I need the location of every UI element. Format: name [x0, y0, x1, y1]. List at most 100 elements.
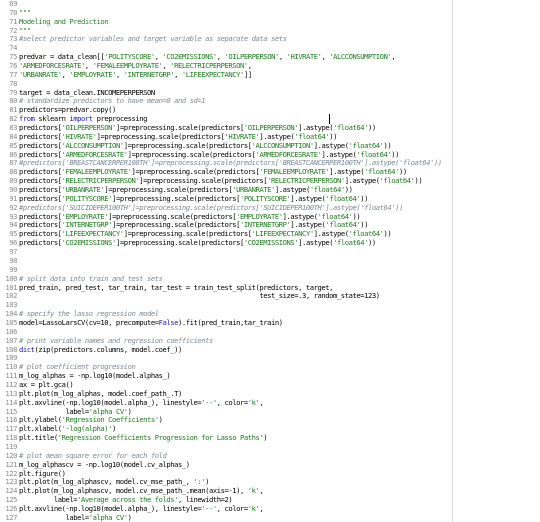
code-line[interactable]: 109 [0, 354, 540, 363]
code-line[interactable]: 80 # standardize predictors to have mean=… [0, 97, 540, 106]
code-line[interactable]: 92 #predictors['SUICIDEPER100TH']=preproc… [0, 203, 540, 213]
code-line[interactable]: 126 plt.axvline(-np.log10(model.alpha_), … [0, 504, 540, 514]
code-token: ':' [193, 478, 206, 487]
code-line[interactable]: 76 'ARMEDFORCESRATE', 'FEMALEEMPLOYRATE',… [0, 61, 540, 71]
code-line[interactable]: 118 plt.title('Regression Coefficients Pr… [0, 433, 540, 443]
code-line[interactable]: 90 predictors['URBANRATE']=preprocessing.… [0, 185, 540, 195]
code-line[interactable]: 122 plt.figure() [0, 469, 540, 479]
code-text: Modeling and Prediction [19, 18, 540, 27]
code-token: preprocessing [92, 115, 148, 124]
code-line[interactable]: 87 #predictors['BREASTCANCERPER100TH']=pr… [0, 159, 540, 168]
code-line[interactable]: 93 predictors['EMPLOYRATE']=preprocessing… [0, 212, 540, 222]
code-line[interactable]: 79 target = data_clean.INCOMEPERPERSON [0, 88, 540, 98]
code-token: # plot coefficient progression [19, 363, 136, 372]
code-line[interactable]: 104 # specify the lasso regression model [0, 309, 540, 319]
code-line[interactable]: 106 [0, 327, 540, 337]
code-line[interactable]: 69 [0, 0, 540, 9]
code-line[interactable]: 81 predictors=predvar.copy() [0, 105, 540, 115]
code-token: 'OILPERPERSON' [61, 124, 117, 133]
code-token: )) [414, 177, 423, 186]
code-text: ax = plt.gca() [19, 381, 540, 390]
code-line[interactable]: 96 predictors['CO2EMISSIONS']=preprocessi… [0, 238, 540, 248]
code-token: plt.axvline(-np.log10(model.alpha_), lin… [19, 504, 202, 513]
code-line[interactable]: 119 [0, 442, 540, 452]
code-token: 'CO2EMISSIONS' [61, 239, 117, 248]
code-text: predictors=predvar.copy() [19, 106, 540, 115]
code-line[interactable]: 108 dict(zip(predictors.columns, model.co… [0, 345, 540, 355]
code-token: 'LIFEEXPECTANCY' [251, 230, 314, 239]
code-token: ]=preprocessing.scale(predictors[ [127, 150, 256, 159]
code-line[interactable]: 117 plt.xlabel('-log(alpha)') [0, 424, 540, 434]
code-line[interactable]: 73 #select predictor variables and target… [0, 35, 540, 44]
code-token: 'RELECTRICPERPERSON' [61, 177, 140, 186]
code-token: plt.axvline(-np.log10(model.alpha_), lin… [19, 398, 202, 407]
code-line[interactable]: 85 predictors['ALCCONSUMPTION']=preproces… [0, 141, 540, 151]
code-line[interactable]: 78 [0, 79, 540, 89]
code-token: import [69, 115, 93, 124]
code-line[interactable]: 120 # plot mean square error for each fol… [0, 451, 540, 461]
code-token: ]] [243, 70, 252, 79]
code-token: ].astype( [298, 239, 334, 248]
code-line[interactable]: 88 predictors['FEMALEEMPLOYRATE']=preproc… [0, 167, 540, 177]
code-token: 'ARMEDFORCESRATE' [61, 150, 128, 159]
code-token: 'float64' [333, 124, 369, 133]
code-line[interactable]: 123 plt.plot(m_log_alphascv, model.cv_mse… [0, 478, 540, 487]
code-line[interactable]: 72 """ [0, 26, 540, 36]
code-line[interactable]: 86 predictors['ARMEDFORCESRATE']=preproce… [0, 150, 540, 160]
code-line[interactable]: 95 predictors['LIFEEXPECTANCY']=preproces… [0, 229, 540, 239]
code-text: plt.title('Regression Coefficients Progr… [19, 434, 540, 443]
code-text: m_log_alphas = -np.log10(model.alphas_) [19, 372, 540, 381]
code-line[interactable]: 105 model=LassoLarsCV(cv=10, precompute=F… [0, 318, 540, 328]
code-line[interactable]: 107 # print variable names and regression… [0, 336, 540, 346]
code-line[interactable]: 71 Modeling and Prediction [0, 17, 540, 27]
code-token: '-log(alpha)' [61, 425, 113, 434]
code-line[interactable]: 94 predictors['INTERNETGRP']=preprocessin… [0, 221, 540, 230]
code-line[interactable]: 77 'URBANRATE', 'EMPLOYRATE', 'INTERNETGR… [0, 70, 540, 80]
code-line[interactable]: 116 plt.ylabel('Regression Coefficients') [0, 416, 540, 425]
code-line[interactable]: 110 # plot coefficient progression [0, 362, 540, 372]
code-token: 'LIFEEXPECTANCY' [181, 70, 244, 79]
code-token: )) [391, 150, 400, 159]
code-line[interactable]: 101 pred_train, pred_test, tar_train, tar… [0, 283, 540, 293]
code-line[interactable]: 91 predictors['POLITYSCORE']=preprocessin… [0, 194, 540, 204]
code-line[interactable]: 99 [0, 265, 540, 275]
code-line[interactable]: 102 test_size=.3, random_state=123) [0, 291, 540, 301]
code-line[interactable]: 111 m_log_alphas = -np.log10(model.alphas… [0, 371, 540, 381]
code-text: # plot mean square error for each fold [19, 452, 540, 461]
code-line[interactable]: 98 [0, 256, 540, 266]
code-token: 'float64' [379, 177, 415, 186]
code-token: ) [127, 513, 132, 522]
code-line[interactable]: 84 predictors['HIVRATE']=preprocessing.sc… [0, 132, 540, 142]
code-line[interactable]: 74 [0, 43, 540, 53]
code-line[interactable]: 112 ax = plt.gca() [0, 380, 540, 390]
code-line[interactable]: 121 m_log_alphascv = -np.log10(model.cv_a… [0, 460, 540, 470]
code-line[interactable]: 127 label='alpha CV') [0, 513, 540, 522]
code-editor[interactable]: 69 70 """ 71 Modeling and Prediction 72 """ 73 #… [0, 0, 540, 522]
code-line[interactable]: 70 """ [0, 8, 540, 18]
code-line[interactable]: 125 label='Average across the folds', li… [0, 495, 540, 505]
code-text: predvar = data_clean[['POLITYSCORE', 'CO… [19, 53, 540, 62]
code-text: predictors['INTERNETGRP']=preprocessing.… [19, 221, 540, 230]
code-token: plt.ylabel( [19, 416, 62, 425]
code-line[interactable]: 82 from sklearn import preprocessing [0, 114, 540, 124]
code-token: ]=preprocessing.scale(predictors[ [123, 141, 252, 150]
code-line[interactable]: 100 # split data into train and test sets [0, 274, 540, 284]
code-token: m_log_alphascv = -np.log10(model.cv_alph… [19, 460, 190, 469]
code-text: predictors['CO2EMISSIONS']=preprocessing… [19, 239, 540, 248]
code-line[interactable]: 97 [0, 247, 540, 257]
code-token: 'EMPLOYRATE' [61, 212, 109, 221]
code-line[interactable]: 89 predictors['RELECTRICPERPERSON']=prepr… [0, 176, 540, 186]
code-line[interactable]: 75 predvar = data_clean[['POLITYSCORE', '… [0, 52, 540, 62]
code-line[interactable]: 124 plt.plot(m_log_alphascv, model.cv_mse… [0, 486, 540, 496]
code-line[interactable]: 83 predictors['OILPERPERSON']=preprocessi… [0, 123, 540, 133]
code-text: predictors['EMPLOYRATE']=preprocessing.s… [19, 213, 540, 222]
code-line[interactable]: 115 label='alpha CV') [0, 407, 540, 417]
code-token: plt.plot(m_log_alphascv, model.cv_mse_pa… [19, 478, 194, 487]
code-line[interactable]: 114 plt.axvline(-np.log10(model.alpha_), … [0, 398, 540, 408]
code-line[interactable]: 103 [0, 300, 540, 310]
code-text: test_size=.3, random_state=123) [19, 292, 540, 301]
code-token: 'URBANRATE' [19, 70, 62, 79]
code-token: , [247, 62, 252, 71]
code-line[interactable]: 113 plt.plot(m_log_alphas, model.coef_pat… [0, 389, 540, 399]
